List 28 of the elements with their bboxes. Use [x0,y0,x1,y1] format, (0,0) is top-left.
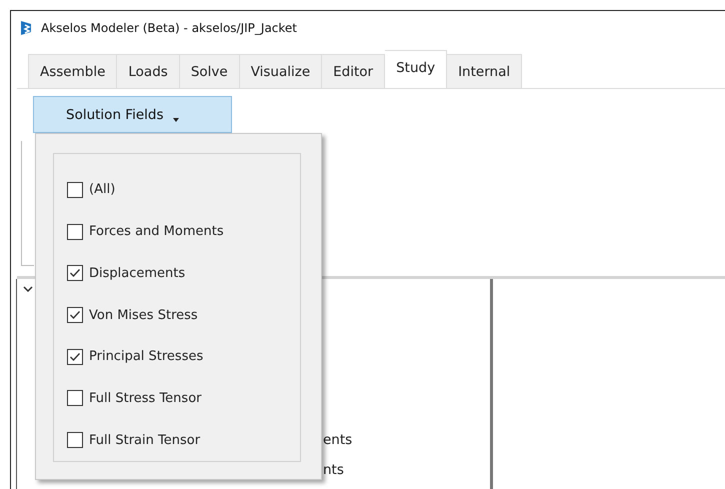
ribbon-tab[interactable]: Loads [117,54,180,88]
tree-item[interactable]: ents [323,425,352,455]
checkbox-item[interactable]: Full Strain Tensor [67,419,300,462]
ribbon-tab[interactable]: Editor [322,54,386,88]
chevron-icon[interactable] [23,286,33,292]
ribbon-tab[interactable]: Visualize [240,54,322,88]
caret-icon [173,118,180,122]
window-title: Akselos Modeler (Beta) - akselos/JIP_Jacket [41,20,298,34]
solution-fields-dropdown[interactable]: Solution Fields [33,96,232,133]
checkbox-item[interactable]: (All) [67,169,300,211]
ribbon-tab[interactable]: Internal [447,54,522,88]
checkbox-item[interactable]: Von Mises Stress [67,294,300,336]
app-logo-icon [19,20,33,36]
checkbox[interactable] [67,307,83,324]
checkbox-item[interactable]: Displacements [67,252,300,294]
checkbox[interactable] [67,265,83,282]
ribbon-tab[interactable]: Solve [180,54,240,88]
tree-item[interactable]: nts [323,455,344,485]
checkbox-item[interactable]: Full Stress Tensor [67,378,300,420]
checkbox[interactable] [67,348,83,365]
ribbon-tab[interactable]: Study [385,50,448,88]
checkbox[interactable] [67,182,83,198]
checkbox[interactable] [67,224,83,240]
checkbox[interactable] [67,390,83,406]
checkbox-item[interactable]: Forces and Moments [67,210,300,252]
checkbox-item[interactable]: Principal Stresses [67,336,300,378]
checkbox[interactable] [67,432,83,448]
ribbon-tab[interactable]: Assemble [28,54,118,88]
